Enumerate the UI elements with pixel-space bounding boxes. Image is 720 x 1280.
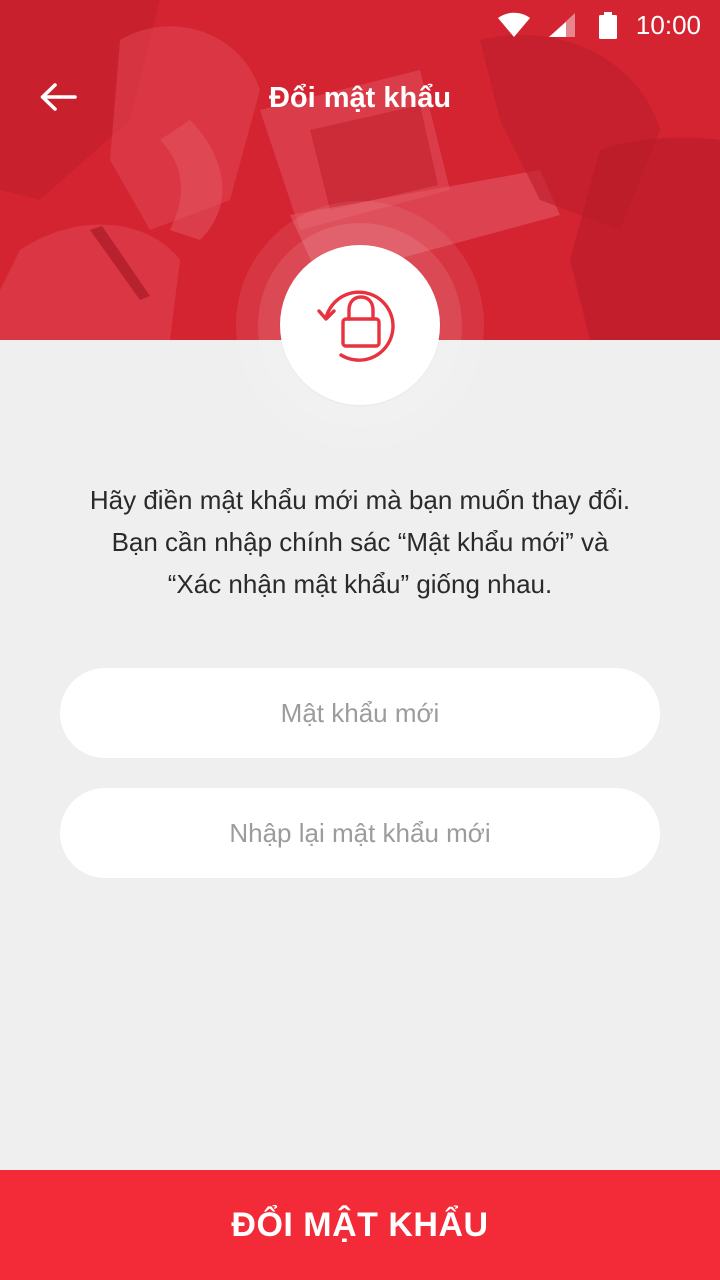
change-password-button[interactable]: ĐỔI MẬT KHẨU [0,1170,720,1280]
wifi-icon [498,12,530,37]
instruction-line: “Xác nhận mật khẩu” giống nhau. [167,569,553,599]
instruction-line: Hãy điền mật khẩu mới mà bạn muốn thay đ… [89,485,631,515]
arrow-left-icon [40,83,77,111]
signal-icon [549,13,575,37]
instruction-text: Hãy điền mật khẩu mới mà bạn muốn thay đ… [40,479,680,605]
status-bar: 10:00 [0,0,720,50]
status-time: 10:00 [635,10,701,40]
hero-icon-badge [280,245,440,405]
back-button[interactable] [30,72,86,122]
battery-icon [599,12,617,39]
instruction-line: Bạn cần nhập chính sác “Mật khẩu mới” và [111,527,609,557]
confirm-password-input[interactable] [60,788,660,878]
page-title: Đổi mật khẩu [268,82,452,114]
new-password-input[interactable] [60,668,660,758]
lock-reset-icon [317,290,395,362]
